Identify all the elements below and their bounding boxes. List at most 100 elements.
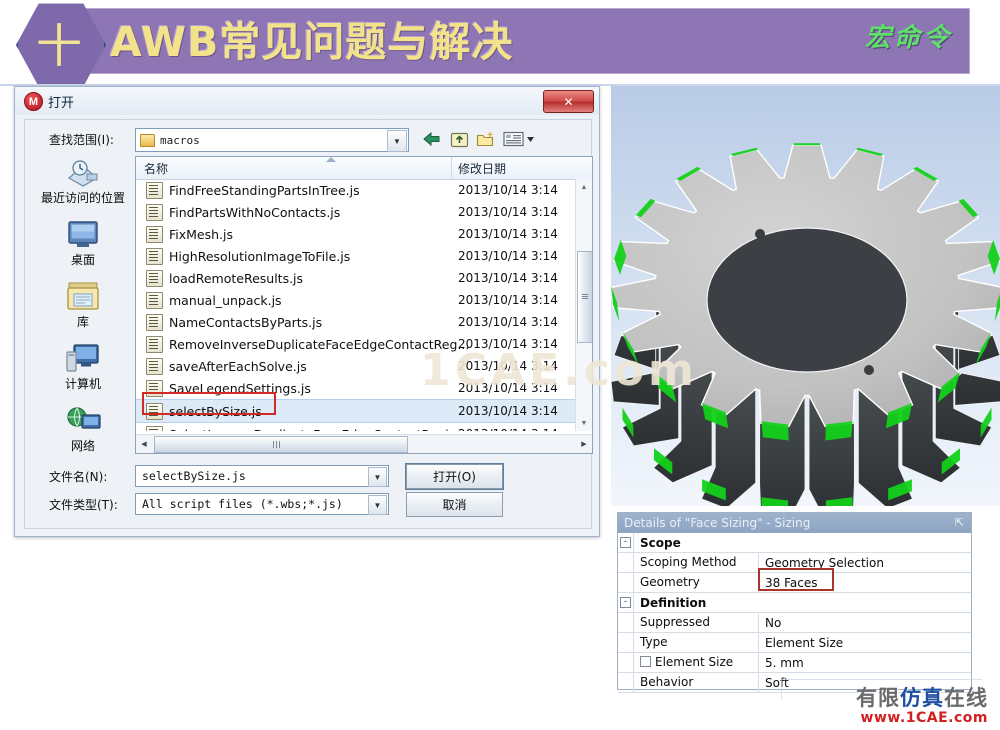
lookin-combobox[interactable]: macros ▼ [135, 128, 409, 152]
js-script-icon [146, 203, 163, 221]
details-property-value[interactable]: 38 Faces [759, 576, 971, 590]
file-list-vertical-scrollbar[interactable]: ▲ ▼ [575, 179, 592, 431]
up-folder-icon[interactable] [448, 128, 470, 150]
scroll-up-icon[interactable]: ▲ [576, 179, 592, 195]
details-property-grid[interactable]: - Scope Scoping Method Geometry Selection Ge… [618, 533, 971, 693]
cancel-button[interactable]: 取消 [406, 492, 503, 517]
row-indent [618, 653, 634, 672]
scroll-right-icon[interactable]: ▶ [576, 435, 592, 452]
file-list-item[interactable]: saveAfterEachSolve.js 2013/10/14 3:14 [136, 355, 576, 377]
file-list-item[interactable]: SelectInverseDuplicateFaceEdgeContactReg… [136, 423, 576, 431]
details-group-row[interactable]: - Definition [618, 593, 971, 613]
dialog-titlebar[interactable]: M 打开 ✕ [15, 87, 599, 115]
slide-header: 十 AWB常见问题与解决 宏命令 [0, 0, 1000, 87]
place-label: 网络 [70, 439, 95, 453]
place-recent[interactable]: 最近访问的位置 [39, 156, 127, 205]
details-property-name: Type [634, 633, 759, 652]
chevron-down-icon[interactable]: ▼ [387, 130, 407, 152]
file-modified-date: 2013/10/14 3:14 [458, 227, 558, 241]
file-list-item[interactable]: FindPartsWithNoContacts.js 2013/10/14 3:1… [136, 201, 576, 223]
file-list-item[interactable]: manual_unpack.js 2013/10/14 3:14 [136, 289, 576, 311]
new-folder-icon[interactable] [475, 128, 497, 150]
file-list-item[interactable]: SaveLegendSettings.js 2013/10/14 3:14 [136, 377, 576, 399]
selected-face[interactable] [793, 143, 821, 146]
details-property-value[interactable]: Soft [759, 676, 971, 690]
gear-3d-view[interactable] [611, 86, 1000, 506]
close-button[interactable]: ✕ [543, 90, 594, 113]
column-header-name[interactable]: 名称 [144, 160, 168, 177]
filename-combobox[interactable]: ▼ [135, 465, 389, 487]
file-list-header[interactable]: 名称 修改日期 [136, 157, 592, 180]
file-name: FixMesh.js [169, 226, 234, 242]
open-file-dialog[interactable]: M 打开 ✕ 查找范围(I): macros ▼ 最近访问的位置 桌面 库 计算… [14, 86, 600, 537]
file-list-item[interactable]: loadRemoteResults.js 2013/10/14 3:14 [136, 267, 576, 289]
js-script-icon [146, 269, 163, 287]
js-script-icon [146, 181, 163, 199]
details-property-value[interactable]: Element Size [759, 636, 971, 650]
filetype-input[interactable] [140, 494, 372, 514]
chapter-badge: 十 [16, 2, 106, 87]
filename-input[interactable] [140, 466, 372, 486]
details-property-name: Geometry [634, 573, 759, 592]
file-list-item[interactable]: RemoveInverseDuplicateFaceEdgeContactReg… [136, 333, 576, 355]
details-property-row[interactable]: Type Element Size [618, 633, 971, 653]
place-network[interactable]: 网络 [39, 404, 127, 453]
chevron-down-icon[interactable]: ▼ [368, 467, 387, 487]
collapse-icon[interactable]: - [618, 533, 634, 552]
details-property-value[interactable]: Geometry Selection [759, 556, 971, 570]
chapter-number: 十 [36, 19, 82, 73]
file-name: selectBySize.js [169, 403, 262, 419]
file-list-item[interactable]: HighResolutionImageToFile.js 2013/10/14 3… [136, 245, 576, 267]
details-group-row[interactable]: - Scope [618, 533, 971, 553]
file-list-item[interactable]: NameContactsByParts.js 2013/10/14 3:14 [136, 311, 576, 333]
file-list[interactable]: 名称 修改日期 FindFreeStandingPartsInTree.js 20… [135, 156, 593, 454]
details-property-row[interactable]: Element Size 5. mm [618, 653, 971, 673]
vertical-scroll-thumb[interactable] [577, 251, 592, 343]
details-group-label: Scope [640, 535, 681, 550]
js-script-icon [146, 425, 163, 431]
details-panel[interactable]: Details of "Face Sizing" - Sizing ⇱ - Sco… [617, 512, 972, 693]
file-modified-date: 2013/10/14 3:14 [458, 249, 558, 263]
details-panel-titlebar: Details of "Face Sizing" - Sizing ⇱ [618, 513, 971, 533]
details-property-row[interactable]: Behavior Soft [618, 673, 971, 693]
back-icon[interactable] [421, 128, 443, 150]
file-list-item[interactable]: FixMesh.js 2013/10/14 3:14 [136, 223, 576, 245]
chevron-down-icon[interactable]: ▼ [368, 495, 387, 515]
pin-icon[interactable]: ⇱ [955, 516, 964, 529]
collapse-icon[interactable]: - [618, 593, 634, 612]
scroll-down-icon[interactable]: ▼ [576, 415, 592, 431]
file-list-horizontal-scrollbar[interactable]: ◀ ▶ [136, 434, 592, 453]
file-list-item[interactable]: selectBySize.js 2013/10/14 3:14 [136, 399, 576, 423]
file-modified-date: 2013/10/14 3:14 [458, 315, 558, 329]
selected-face[interactable] [761, 421, 789, 441]
place-desktop[interactable]: 桌面 [39, 218, 127, 267]
open-button[interactable]: 打开(O) [405, 463, 504, 490]
dialog-title: 打开 [48, 96, 75, 111]
row-indent [618, 573, 634, 592]
views-icon[interactable] [502, 128, 536, 150]
details-property-row[interactable]: Suppressed No [618, 613, 971, 633]
horizontal-scroll-thumb[interactable] [154, 436, 408, 453]
place-computer[interactable]: 计算机 [39, 342, 127, 391]
details-property-name: Behavior [634, 673, 759, 692]
app-icon-glyph: M [28, 95, 39, 108]
brand-url: www.1CAE.com [860, 710, 988, 726]
file-modified-date: 2013/10/14 3:14 [458, 427, 558, 431]
scroll-left-icon[interactable]: ◀ [136, 435, 152, 452]
details-property-value[interactable]: 5. mm [759, 656, 971, 670]
file-name: HighResolutionImageToFile.js [169, 248, 351, 264]
details-property-value[interactable]: No [759, 616, 971, 630]
checkbox[interactable] [640, 656, 651, 667]
file-list-rows[interactable]: FindFreeStandingPartsInTree.js 2013/10/14… [136, 179, 576, 431]
js-script-icon [146, 247, 163, 265]
filetype-label: 文件类型(T): [49, 498, 118, 512]
filetype-combobox[interactable]: ▼ [135, 493, 389, 515]
place-libraries[interactable]: 库 [39, 280, 127, 329]
column-header-date[interactable]: 修改日期 [458, 160, 506, 177]
js-script-icon [146, 291, 163, 309]
file-list-item[interactable]: FindFreeStandingPartsInTree.js 2013/10/14… [136, 179, 576, 201]
details-property-row[interactable]: Geometry 38 Faces [618, 573, 971, 593]
selected-face[interactable] [825, 421, 853, 441]
places-bar[interactable]: 最近访问的位置 桌面 库 计算机 网络 [39, 156, 127, 453]
details-property-row[interactable]: Scoping Method Geometry Selection [618, 553, 971, 573]
